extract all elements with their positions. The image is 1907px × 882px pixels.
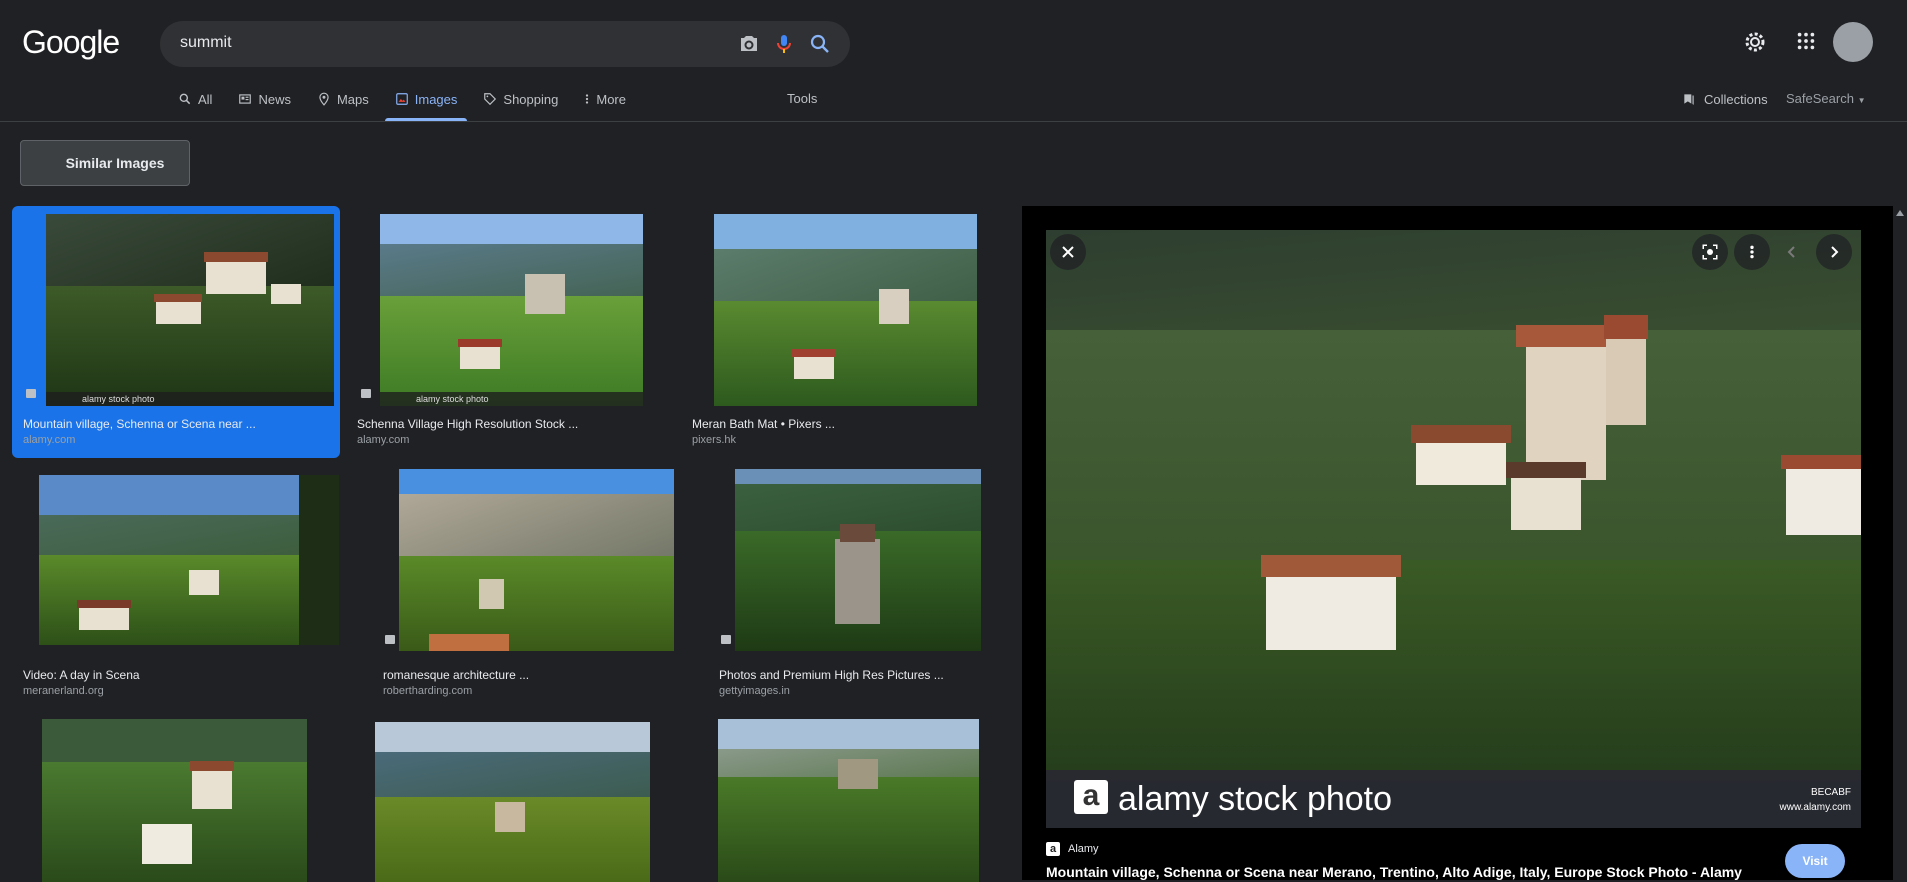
tab-label: Maps [336,91,369,107]
stock-id-block: BECABF www.alamy.com [1780,785,1852,815]
result-card[interactable]: alamy stock photo Mountain village, Sche… [12,206,340,458]
result-source[interactable]: alamy.com [23,434,75,446]
result-card[interactable] [375,712,651,882]
result-thumbnail[interactable] [399,469,674,651]
close-button[interactable] [1050,234,1086,270]
tab-more[interactable]: More [584,88,626,110]
image-icon [361,389,371,398]
avatar[interactable] [1833,22,1873,62]
header: Google summit All News Maps Images Shopp… [0,0,1907,122]
tab-news[interactable]: News [238,88,291,110]
safesearch-dropdown[interactable]: SafeSearch ▼ [1786,91,1865,106]
result-thumbnail[interactable] [42,719,307,882]
result-title[interactable]: Photos and Premium High Res Pictures ... [719,668,944,682]
more-vert-icon [1750,245,1754,259]
preview-title[interactable]: Mountain village, Schenna or Scena near … [1046,864,1742,880]
tab-shopping[interactable]: Shopping [483,88,558,110]
result-title[interactable]: Meran Bath Mat • Pixers ... [692,417,835,431]
next-button[interactable] [1816,234,1852,270]
result-source[interactable]: gettyimages.in [719,685,790,697]
chevron-down-icon: ▼ [1857,96,1866,105]
result-thumbnail[interactable] [714,214,977,406]
stock-url: www.alamy.com [1779,802,1852,813]
result-title[interactable]: Mountain village, Schenna or Scena near … [23,417,256,431]
result-thumbnail[interactable] [39,475,339,645]
result-title[interactable]: romanesque architecture ... [383,668,529,682]
result-thumbnail[interactable]: alamy stock photo [380,214,643,406]
collections-link[interactable]: Collections [1682,91,1768,107]
scrollbar[interactable] [1893,206,1907,880]
chevron-left-icon [1787,246,1795,258]
lens-button[interactable] [1692,234,1728,270]
result-card[interactable]: Video: A day in Scena meranerland.org [12,467,340,705]
result-card[interactable]: Photos and Premium High Res Pictures ...… [708,467,1008,705]
more-vert-icon [586,94,589,104]
result-thumbnail[interactable] [735,469,981,651]
tab-label: More [596,91,626,107]
search-bar[interactable]: summit [160,21,850,67]
tab-label: Shopping [503,91,559,107]
mic-icon[interactable] [772,32,796,56]
search-icon[interactable] [808,32,832,56]
tab-maps[interactable]: Maps [317,88,369,110]
bookmark-icon [1684,94,1694,105]
stock-id: BECABF [1810,787,1851,798]
safesearch-label: SafeSearch [1786,91,1854,106]
image-preview-panel: a alamy stock photo BECABF www.alamy.com… [1022,206,1907,880]
gear-icon[interactable] [1743,30,1767,54]
google-logo[interactable]: Google [22,24,120,61]
preview-source-name: Alamy [1068,843,1099,855]
result-watermark: alamy stock photo [46,392,334,406]
previous-button[interactable] [1774,234,1810,270]
image-results-grid: alamy stock photo Mountain village, Sche… [0,205,1020,882]
close-icon [1062,246,1074,258]
more-options-button[interactable] [1734,234,1770,270]
result-source[interactable]: alamy.com [357,434,409,446]
preview-image[interactable]: a alamy stock photo BECABF www.alamy.com [1046,230,1861,828]
apps-grid-icon[interactable] [1795,30,1817,52]
result-thumbnail[interactable] [375,722,650,882]
result-thumbnail[interactable]: alamy stock photo [46,214,334,406]
similar-images-button[interactable]: Similar Images [20,140,190,186]
chevron-right-icon [1831,246,1839,258]
stock-text: alamy stock photo [1118,780,1393,818]
search-icon [179,93,191,105]
result-card[interactable] [42,712,308,882]
result-card[interactable]: romanesque architecture ... roberthardin… [372,467,692,705]
tab-label: Images [414,91,458,107]
result-card[interactable]: alamy stock photo Schenna Village High R… [350,206,680,458]
camera-icon[interactable] [737,32,761,56]
search-tabs: All News Maps Images Shopping More [178,88,652,122]
image-icon [721,635,731,644]
tag-icon [484,93,497,106]
result-watermark: alamy stock photo [380,392,643,406]
result-card[interactable]: Meran Bath Mat • Pixers ... pixers.hk [685,206,1005,458]
stock-watermark-bar: a alamy stock photo BECABF www.alamy.com [1046,770,1861,828]
result-card[interactable] [718,712,980,882]
image-icon [385,635,395,644]
result-title[interactable]: Video: A day in Scena [23,668,140,682]
preview-source[interactable]: a Alamy [1046,842,1099,856]
result-title[interactable]: Schenna Village High Resolution Stock ..… [357,417,578,431]
tab-label: All [198,91,213,107]
result-source[interactable]: pixers.hk [692,434,736,446]
tab-label: News [258,91,291,107]
search-input[interactable]: summit [180,34,232,52]
result-source[interactable]: robertharding.com [383,685,472,697]
result-thumbnail[interactable] [718,719,979,882]
news-icon [239,94,252,104]
image-icon [395,93,408,105]
google-lens-icon [1702,244,1718,260]
result-source[interactable]: meranerland.org [23,685,104,697]
alamy-favicon-icon: a [1046,842,1060,856]
image-icon [26,389,36,398]
map-pin-icon [319,92,329,106]
tab-all[interactable]: All [178,88,212,110]
tools-button[interactable]: Tools [787,91,817,106]
collections-label: Collections [1704,91,1768,107]
alamy-logo-icon: a [1074,780,1108,814]
visit-button[interactable]: Visit [1785,844,1845,878]
scroll-up-arrow-icon[interactable] [1896,210,1904,216]
tab-images[interactable]: Images [384,88,467,121]
